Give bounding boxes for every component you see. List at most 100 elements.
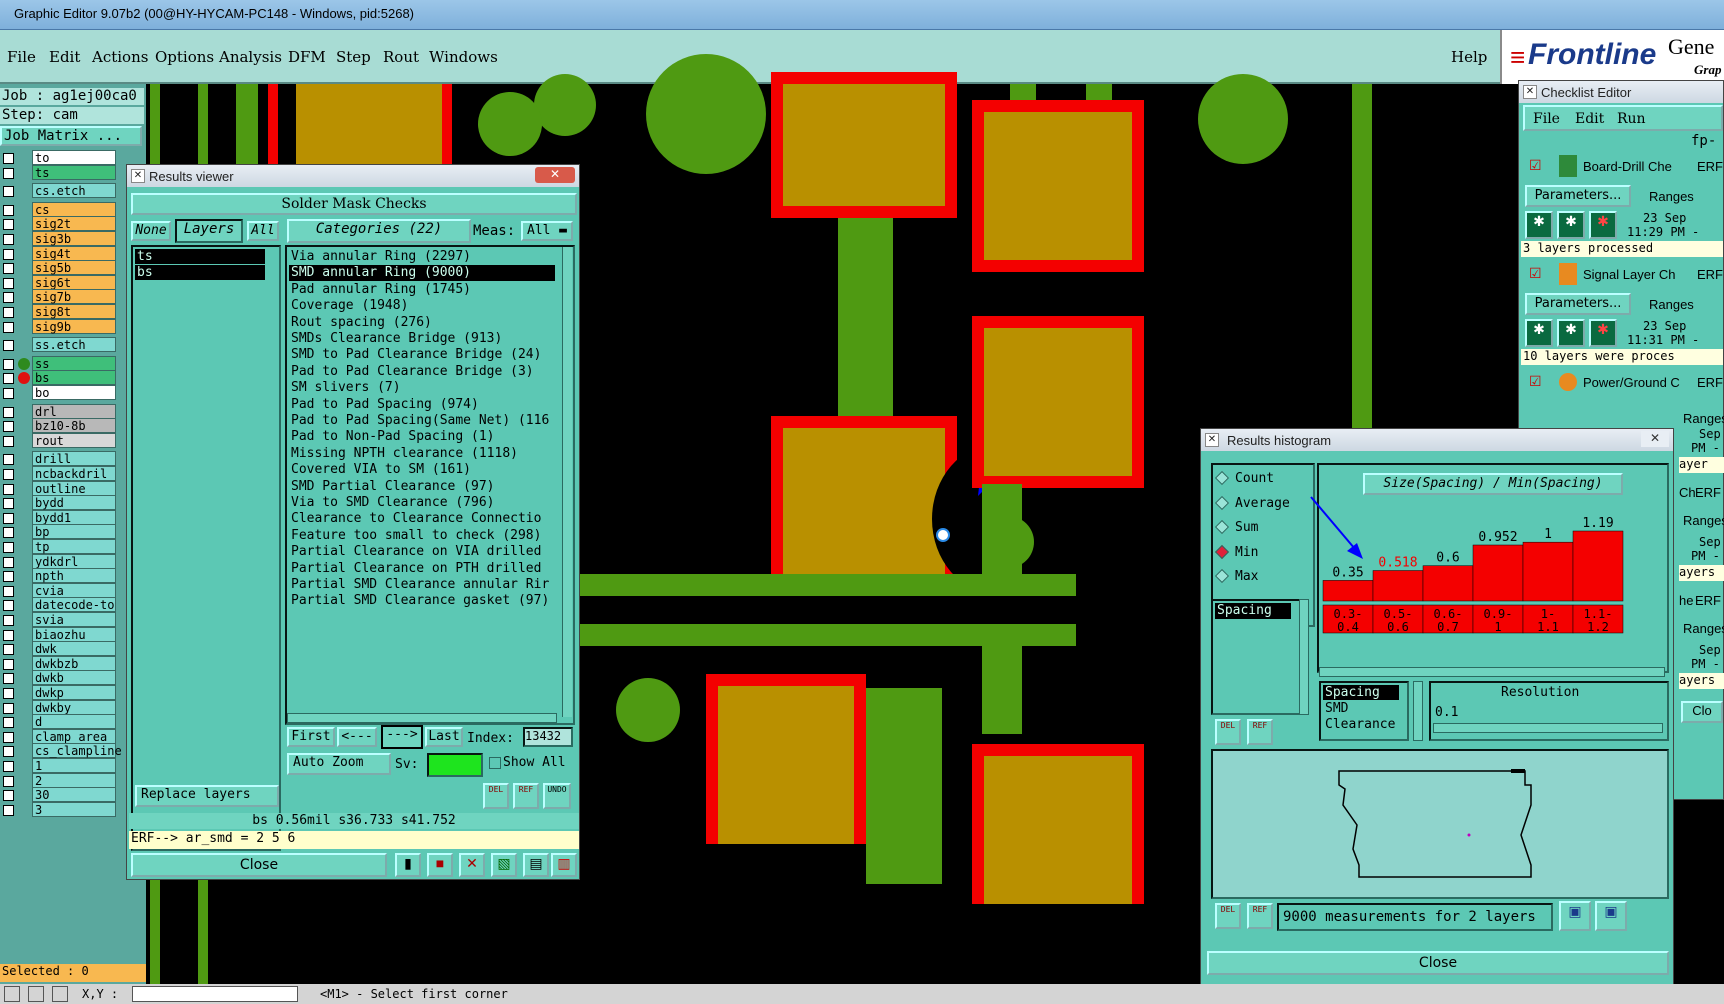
scrollbar-vertical[interactable] [562, 247, 572, 717]
layer-name[interactable]: dwkp [32, 685, 116, 700]
layer-checkbox[interactable] [3, 454, 14, 466]
layer-row[interactable]: datecode-to [0, 597, 116, 613]
layer-name[interactable]: dwkbzb [32, 655, 116, 671]
ref-button[interactable]: REF [1247, 719, 1273, 745]
layer-checkbox[interactable] [3, 167, 14, 179]
layer-row[interactable]: sig8t [0, 304, 116, 319]
layer-row[interactable]: drill [0, 451, 116, 467]
layer-checkbox[interactable] [3, 746, 14, 758]
layer-name[interactable]: sig2t [32, 216, 116, 232]
checklist-close-button[interactable]: Clo [1681, 701, 1723, 723]
category-item[interactable]: Pad to Pad Spacing (974) [289, 397, 555, 413]
mode-option[interactable]: Sum [1214, 518, 1311, 538]
layer-name[interactable]: cs.etch [32, 183, 116, 199]
layer-name[interactable]: dwkb [32, 670, 116, 686]
layer-checkbox[interactable] [3, 717, 14, 729]
layer-checkbox[interactable] [3, 658, 14, 670]
zoom-icon[interactable]: ▣ [1559, 901, 1591, 931]
menu-options[interactable]: Options [155, 48, 214, 66]
run-icon[interactable]: ✱ [1589, 319, 1617, 347]
menu-help[interactable]: Help [1451, 48, 1487, 66]
layer-checkbox[interactable] [3, 629, 14, 641]
layer-row[interactable]: bo [0, 385, 116, 400]
checklist-item-signal-layer[interactable]: ☑ Signal Layer Ch ERF [1523, 261, 1723, 291]
layer-row[interactable]: bz10-8b [0, 418, 116, 434]
layer-name[interactable]: drl [32, 403, 116, 419]
layer-checkbox[interactable] [3, 388, 14, 399]
layer-row[interactable]: ts [0, 164, 116, 180]
layer-checkbox[interactable] [3, 702, 14, 714]
menu-actions[interactable]: Actions [92, 48, 148, 66]
layer-row[interactable]: cs_clampline [0, 743, 122, 759]
category-item[interactable]: Pad to Non-Pad Spacing (1) [289, 429, 555, 445]
layer-checkbox[interactable] [3, 483, 14, 495]
measure-listbox[interactable]: Spacing [1211, 599, 1307, 715]
layer-name[interactable]: sig8t [32, 304, 116, 319]
radio-icon[interactable] [1214, 470, 1230, 486]
layer-row[interactable]: 3 [0, 801, 116, 817]
layer-name[interactable]: bp [32, 524, 116, 540]
layer-row[interactable]: outline [0, 480, 116, 496]
tool-icon[interactable] [52, 986, 68, 1002]
radio-icon[interactable] [1214, 544, 1230, 559]
layer-row[interactable]: npth [0, 568, 116, 584]
layer-checkbox[interactable] [3, 204, 14, 216]
checkbox-icon[interactable]: ☑ [1529, 265, 1542, 282]
categories-listbox[interactable]: Via annular Ring (2297) SMD annular Ring … [285, 245, 575, 725]
layer-name[interactable]: ss.etch [32, 337, 116, 353]
toolbar-icon[interactable]: ■ [427, 853, 453, 877]
menu-analysis[interactable]: Analysis [219, 48, 282, 66]
show-all-checkbox[interactable] [489, 757, 501, 769]
category-item[interactable]: Pad to Pad Clearance Bridge (3) [289, 364, 555, 380]
category-item[interactable]: Via annular Ring (2297) [289, 249, 555, 265]
layer-row[interactable]: dwkbzb [0, 655, 116, 671]
layer-row[interactable]: 1 [0, 758, 116, 773]
del-button[interactable]: DEL [1215, 719, 1241, 745]
layer-row[interactable]: ss [0, 355, 116, 371]
layer-row[interactable]: sig6t [0, 274, 116, 290]
layer-name[interactable]: sig9b [32, 318, 116, 334]
layer-checkbox[interactable] [3, 406, 14, 418]
layer-checkbox[interactable] [3, 277, 14, 289]
layer-checkbox[interactable] [3, 248, 14, 260]
layer-checkbox[interactable] [3, 673, 14, 685]
layer-row[interactable]: sig2t [0, 216, 116, 232]
list2-item-smd[interactable]: SMD [1323, 701, 1399, 716]
checkbox-icon[interactable]: ☑ [1529, 373, 1542, 390]
category-item[interactable]: Clearance to Clearance Connectio [289, 511, 555, 527]
category-item[interactable]: Pad to Pad Spacing(Same Net) (116 [289, 413, 555, 429]
scrollbar-horizontal[interactable] [1319, 667, 1665, 677]
menu-rout[interactable]: Rout [383, 48, 419, 66]
layer-row[interactable]: sig7b [0, 289, 116, 305]
del-button[interactable]: DEL [1215, 903, 1241, 929]
layer-name[interactable]: ss [32, 355, 116, 371]
layer-name[interactable]: sig4t [32, 245, 116, 261]
layer-checkbox[interactable] [3, 804, 14, 816]
layer-name[interactable]: 2 [32, 772, 116, 788]
mode-option[interactable]: Count [1214, 469, 1311, 489]
radio-icon[interactable] [1214, 495, 1230, 510]
category-item[interactable]: Partial Clearance on PTH drilled [289, 561, 555, 577]
measure-item-spacing[interactable]: Spacing [1215, 603, 1291, 619]
ranges-label[interactable]: Ranges [1649, 189, 1694, 204]
layer-name[interactable]: bo [32, 385, 116, 400]
mode-option[interactable]: Min [1214, 543, 1311, 563]
layer-name[interactable]: bydd1 [32, 509, 116, 525]
layer-row[interactable]: clamp_area [0, 728, 116, 744]
category-item[interactable]: Partial Clearance on VIA drilled [289, 544, 555, 560]
undo-button[interactable]: UNDO [543, 783, 571, 809]
layer-row[interactable]: sig3b [0, 231, 116, 246]
layers-listbox[interactable]: ts bs [131, 245, 281, 851]
tool-icon[interactable] [28, 986, 44, 1002]
histogram-bar[interactable] [1572, 530, 1624, 602]
scrollbar-horizontal[interactable] [287, 713, 557, 723]
layer-checkbox[interactable] [3, 761, 14, 772]
layer-name[interactable]: tp [32, 539, 116, 554]
layer-checkbox[interactable] [3, 435, 14, 447]
layer-name[interactable]: 1 [32, 758, 116, 773]
ranges-label[interactable]: Ranges [1683, 621, 1724, 636]
ref-button[interactable]: REF [513, 783, 539, 809]
toolbar-icon[interactable]: ▤ [523, 853, 549, 877]
layer-name[interactable]: bydd [32, 495, 116, 511]
layer-checkbox[interactable] [3, 644, 14, 656]
